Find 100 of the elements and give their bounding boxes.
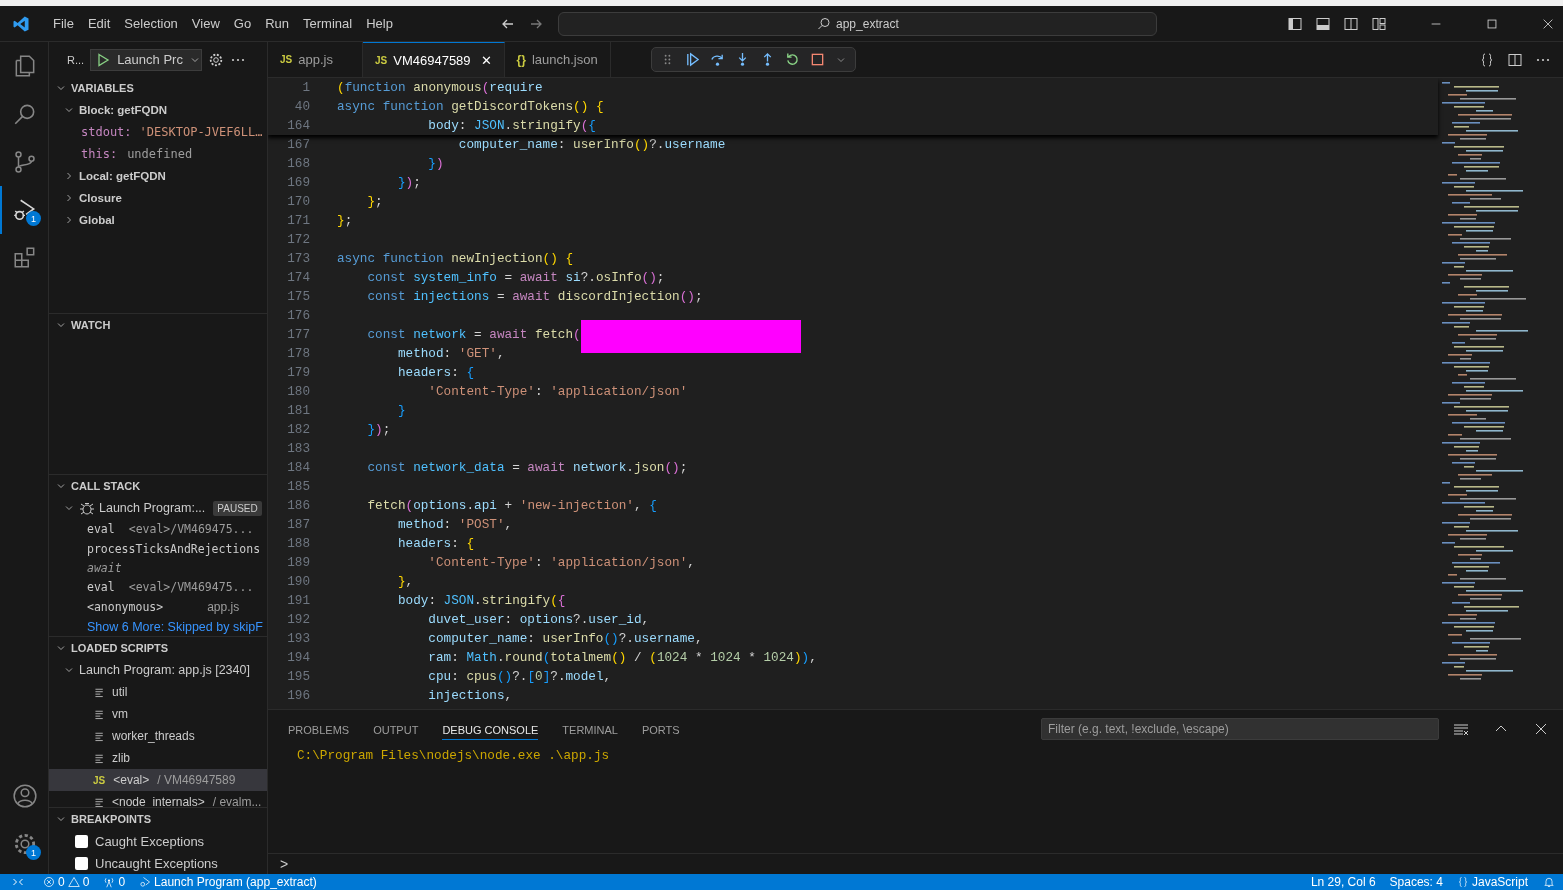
checkbox[interactable]	[75, 856, 88, 870]
thread-name[interactable]: Launch Program:...	[99, 501, 206, 515]
line-number: 172	[286, 232, 310, 247]
breakpoint-label: Caught Exceptions	[95, 833, 205, 849]
stack-frame-name[interactable]: <anonymous>	[87, 600, 164, 614]
stack-frame-name[interactable]: eval	[87, 522, 115, 536]
sidebar-layout-icon[interactable]	[1287, 15, 1303, 32]
js-file-icon: JS	[280, 54, 293, 65]
code-line: });	[366, 422, 391, 437]
script-item[interactable]: worker_threads	[49, 725, 267, 747]
code-line: fetch(options.api + 'new-injection', {	[366, 498, 657, 513]
code-line: injections,	[427, 688, 513, 703]
command-center[interactable]: app_extract	[557, 11, 1157, 36]
gear-icon	[12, 831, 38, 857]
stack-frame-name[interactable]: eval	[87, 580, 115, 594]
scope-row[interactable]: Closure	[49, 187, 267, 209]
stack-frame-name[interactable]: processTicksAndRejections	[87, 542, 261, 556]
code-line: body: JSON.stringify({	[396, 593, 566, 608]
panel-tab[interactable]: PORTS	[641, 718, 680, 740]
section-header[interactable]: WATCH	[49, 314, 267, 336]
show-more-link[interactable]: Show 6 More: Skipped by skipF	[87, 620, 263, 634]
panel-tab[interactable]: TERMINAL	[562, 718, 618, 740]
close-icon[interactable]	[1533, 721, 1549, 737]
step-over-icon[interactable]	[709, 52, 725, 67]
section-header[interactable]: CALL STACK	[49, 475, 267, 497]
menu-item[interactable]: Edit	[80, 16, 118, 31]
restart-icon[interactable]	[784, 52, 800, 67]
checkbox[interactable]	[75, 834, 88, 848]
code-line: const system_info = await si?.osInfo();	[366, 270, 665, 285]
editor-tab[interactable]: {} launch.json	[504, 42, 611, 77]
variable-row[interactable]: this: undefined	[49, 143, 267, 165]
line-number: 168	[286, 156, 310, 171]
line-number: 178	[286, 346, 310, 361]
stack-frame-source: <eval>/VM469475...	[128, 522, 254, 536]
bug-icon	[79, 500, 95, 516]
menu-item[interactable]: Selection	[117, 16, 185, 31]
code-line: const network = await fetch(	[366, 327, 581, 342]
continue-icon[interactable]	[684, 52, 700, 67]
editor-tab[interactable]: JS VM46947589 ✕	[363, 42, 505, 77]
scope-row[interactable]: Block: getFQDN	[49, 99, 267, 121]
problems-indicator[interactable]: 0 0	[36, 875, 97, 889]
debug-session-indicator[interactable]: Launch Program (app_extract)	[132, 875, 324, 889]
panel-tab[interactable]: DEBUG CONSOLE	[442, 718, 539, 740]
code-line: method: 'POST',	[396, 517, 513, 532]
line-number: 181	[286, 403, 310, 418]
braces-icon[interactable]	[1479, 51, 1495, 68]
broadcast-icon	[103, 876, 116, 888]
script-item[interactable]: JS <eval> / VM46947589	[49, 769, 267, 791]
code-line: computer_name: userInfo()?.username,	[427, 631, 703, 646]
code-line: 'Content-Type': 'application/json',	[427, 555, 695, 570]
panel-tab[interactable]: PROBLEMS	[288, 718, 350, 740]
panel-tab[interactable]: OUTPUT	[373, 718, 419, 740]
menu-item[interactable]: Help	[359, 16, 400, 31]
language-mode[interactable]: JavaScript	[1449, 875, 1535, 889]
filter-field[interactable]: Filter (e.g. text, !exclude, \escape)	[1041, 718, 1439, 740]
cursor-position[interactable]: Ln 29, Col 6	[1303, 875, 1383, 889]
script-item[interactable]: util	[49, 681, 267, 703]
code-line: duvet_user: options?.user_id,	[427, 612, 650, 627]
scope-row[interactable]: Local: getFQDN	[49, 165, 267, 187]
script-item[interactable]: zlib	[49, 747, 267, 769]
code-line: async function getDiscordTokens() {	[337, 99, 604, 114]
menu-item[interactable]: Go	[226, 16, 259, 31]
split-editor-icon[interactable]	[1507, 51, 1523, 68]
section-header[interactable]: BREAKPOINTS	[49, 808, 267, 830]
menu-item[interactable]: File	[46, 16, 81, 31]
indentation-indicator[interactable]: Spaces: 4	[1382, 875, 1450, 889]
stop-icon[interactable]	[809, 52, 825, 67]
line-number: 182	[286, 422, 310, 437]
section-header[interactable]: LOADED SCRIPTS	[49, 637, 267, 659]
code-line: body: JSON.stringify({	[427, 118, 596, 133]
breakpoint-label: Uncaught Exceptions	[95, 855, 218, 871]
manage-button[interactable]: 1	[0, 820, 48, 868]
stack-frame-source: app.js	[207, 600, 240, 614]
menu-item[interactable]: View	[184, 16, 227, 31]
gear-icon[interactable]	[208, 51, 225, 68]
code-line: };	[337, 213, 353, 228]
scope-row[interactable]: Global	[49, 209, 267, 231]
code-line: },	[396, 574, 414, 589]
ports-indicator[interactable]: 0	[96, 875, 133, 889]
launch-config-dropdown[interactable]: Launch Prc	[90, 48, 203, 71]
grid-layout-icon[interactable]	[1371, 15, 1387, 32]
code-line: (function anonymous(require	[337, 80, 543, 95]
panel-layout-icon[interactable]	[1315, 15, 1331, 32]
menu-item[interactable]: Terminal	[296, 16, 360, 31]
variable-row[interactable]: stdout: 'DESKTOP-JVEF6LL…	[49, 121, 267, 143]
session-row[interactable]: Launch Program: app.js [2340]	[49, 659, 267, 681]
code-line: method: 'GET',	[396, 346, 505, 361]
stack-frame-source: <eval>/VM469475...	[128, 580, 254, 594]
code-line: const network_data = await network.json();	[366, 460, 688, 475]
menu-item[interactable]: Run	[258, 16, 296, 31]
line-number: 167	[286, 137, 310, 152]
line-number: 169	[286, 175, 310, 190]
js-file-icon: JS	[93, 774, 106, 786]
split-layout-icon[interactable]	[1343, 15, 1359, 32]
section-header[interactable]: VARIABLES	[49, 77, 267, 99]
maximize-icon[interactable]	[1485, 16, 1499, 31]
line-number: 184	[286, 460, 310, 475]
clear-console-icon[interactable]	[1453, 721, 1469, 737]
script-item[interactable]: vm	[49, 703, 267, 725]
bell-icon[interactable]	[1543, 876, 1555, 888]
